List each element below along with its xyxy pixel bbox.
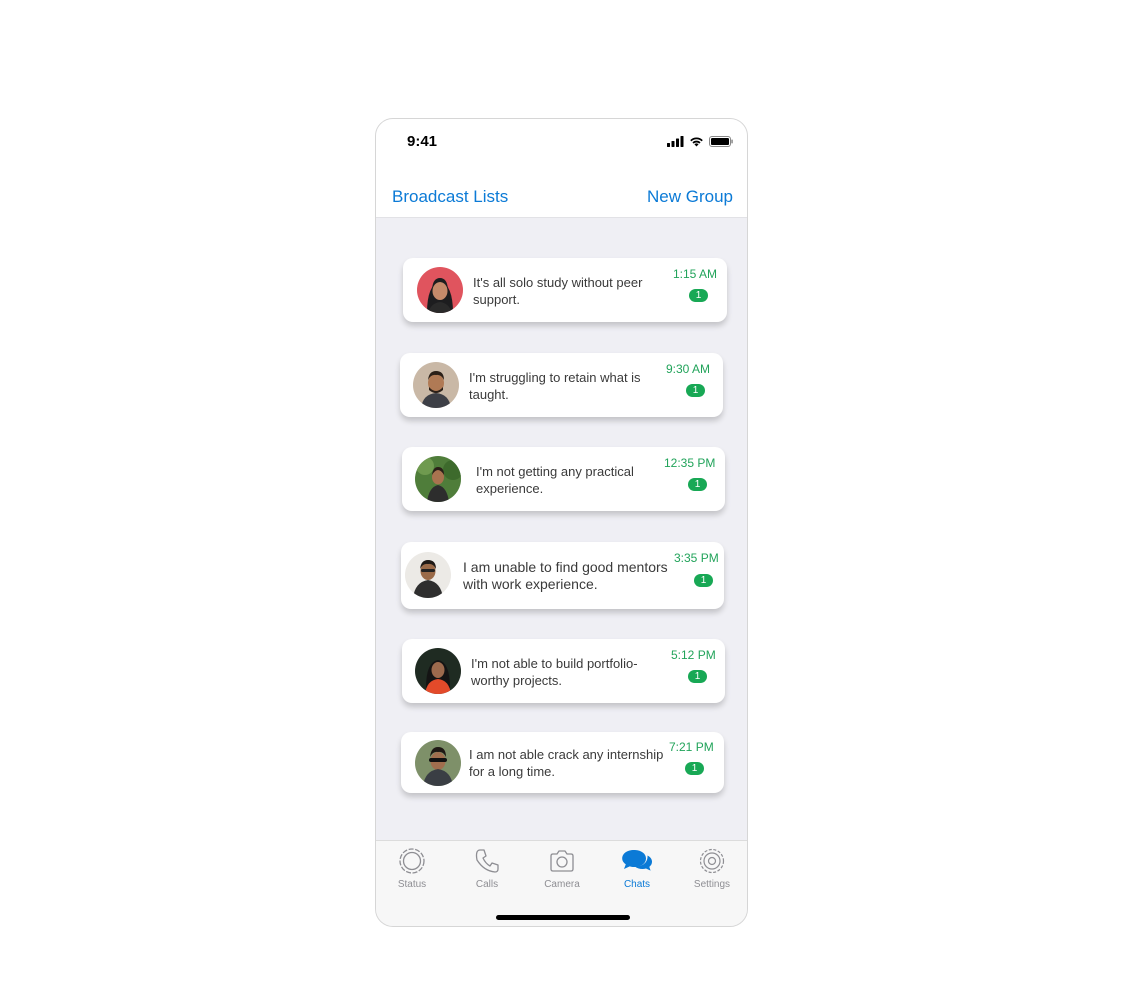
chat-card[interactable]: I am unable to find good mentors with wo… xyxy=(401,542,724,609)
chat-message: It's all solo study without peer support… xyxy=(473,275,643,307)
avatar xyxy=(417,267,463,313)
broadcast-lists-link[interactable]: Broadcast Lists xyxy=(392,187,508,207)
status-bar: 9:41 xyxy=(376,119,747,169)
chat-timestamp: 9:30 AM xyxy=(666,362,711,376)
chat-card[interactable]: I'm not able to build portfolio-worthy p… xyxy=(402,639,725,703)
chat-message: I'm struggling to retain what is taught. xyxy=(469,370,641,402)
chat-timestamp: 3:35 PM xyxy=(674,551,719,565)
home-indicator xyxy=(496,915,630,920)
chat-timestamp: 7:21 PM xyxy=(669,740,714,754)
tab-calls[interactable]: Calls xyxy=(457,847,517,890)
tab-camera[interactable]: Camera xyxy=(532,847,592,890)
chat-card[interactable]: I am not able crack any internship for a… xyxy=(401,732,724,793)
unread-badge: 1 xyxy=(689,289,708,302)
avatar xyxy=(415,740,461,786)
tab-bar: Status Calls Camera Chats Settings xyxy=(376,840,747,926)
chat-card[interactable]: I'm struggling to retain what is taught.… xyxy=(400,353,723,417)
tab-status[interactable]: Status xyxy=(382,847,442,890)
chat-timestamp: 1:15 AM xyxy=(673,267,718,281)
gear-icon xyxy=(699,848,725,874)
unread-badge: 1 xyxy=(686,384,705,397)
unread-badge: 1 xyxy=(688,478,707,491)
tab-chats[interactable]: Chats xyxy=(607,847,667,890)
tab-label: Settings xyxy=(693,879,731,890)
tab-settings[interactable]: Settings xyxy=(682,847,742,890)
wifi-icon xyxy=(690,136,703,146)
chat-message: I'm not getting any practical experience… xyxy=(476,464,634,496)
chat-message: I'm not able to build portfolio-worthy p… xyxy=(471,656,638,688)
battery-icon xyxy=(709,135,733,147)
chat-list: It's all solo study without peer support… xyxy=(376,218,747,840)
chat-card[interactable]: I'm not getting any practical experience… xyxy=(402,447,725,511)
nav-bar: Broadcast Lists New Group xyxy=(376,169,747,218)
avatar xyxy=(415,456,461,502)
chat-message: I am unable to find good mentors with wo… xyxy=(463,559,668,592)
chat-bubbles-icon xyxy=(622,850,652,871)
tab-label: Camera xyxy=(544,879,580,890)
tab-label: Calls xyxy=(475,879,499,890)
tab-label: Chats xyxy=(623,879,651,890)
chat-message: I am not able crack any internship for a… xyxy=(469,747,664,779)
status-icons xyxy=(667,135,733,147)
avatar xyxy=(415,648,461,694)
phone-icon xyxy=(475,849,499,873)
status-time: 9:41 xyxy=(407,133,438,150)
unread-badge: 1 xyxy=(694,574,713,587)
phone-frame: 9:41 Broadcast Lists New Group It's all … xyxy=(375,118,748,927)
status-icon xyxy=(399,848,425,874)
unread-badge: 1 xyxy=(688,670,707,683)
avatar xyxy=(413,362,459,408)
signal-icon xyxy=(667,135,684,147)
avatar xyxy=(405,552,451,598)
chat-timestamp: 12:35 PM xyxy=(664,456,716,470)
unread-badge: 1 xyxy=(685,762,704,775)
camera-icon xyxy=(550,850,574,872)
new-group-link[interactable]: New Group xyxy=(647,187,733,207)
chat-timestamp: 5:12 PM xyxy=(671,648,716,662)
chat-card[interactable]: It's all solo study without peer support… xyxy=(403,258,727,322)
tab-label: Status xyxy=(397,879,427,890)
